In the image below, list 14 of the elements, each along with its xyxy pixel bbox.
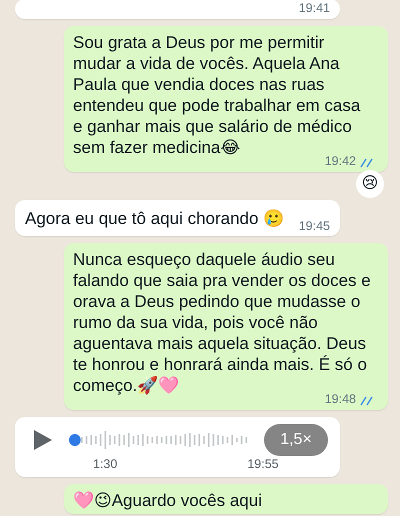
- playback-speed-button[interactable]: 1,5×: [264, 424, 328, 456]
- progress-thumb[interactable]: [69, 434, 81, 446]
- message-time: 19:42: [324, 154, 356, 169]
- message-time: 19:55: [247, 456, 279, 473]
- message-text: Agora eu que tô aqui chorando 🥲: [25, 208, 284, 230]
- message-text: Nunca esqueço daquele áudio seu falando que saia pra vender os doces e orava a Deus pedindo que mudasse o rumo da sua vida, pois você não aguentava mais aquela situação. Deus te honrou e honrará ainda mais. É só o começo.🚀🩷: [73, 249, 372, 395]
- reaction-badge: 😢: [356, 170, 384, 198]
- message-time: 19:41: [298, 1, 330, 16]
- audio-duration: 1:30: [93, 456, 118, 473]
- play-button[interactable]: [33, 429, 53, 451]
- message-time: 19:48: [324, 392, 356, 407]
- message-time: 19:45: [298, 219, 330, 234]
- message-text: 🩷😉Aguardo vocês aqui: [73, 490, 263, 511]
- message-text: Sou grata a Deus por me permitir mudar a vida de vocês. Aquela Ana Paula que vendia doces nas ruas entendeu que pode trabalhar em casa e ganhar mais que salário de médico sem fazer medicina😂: [73, 32, 362, 157]
